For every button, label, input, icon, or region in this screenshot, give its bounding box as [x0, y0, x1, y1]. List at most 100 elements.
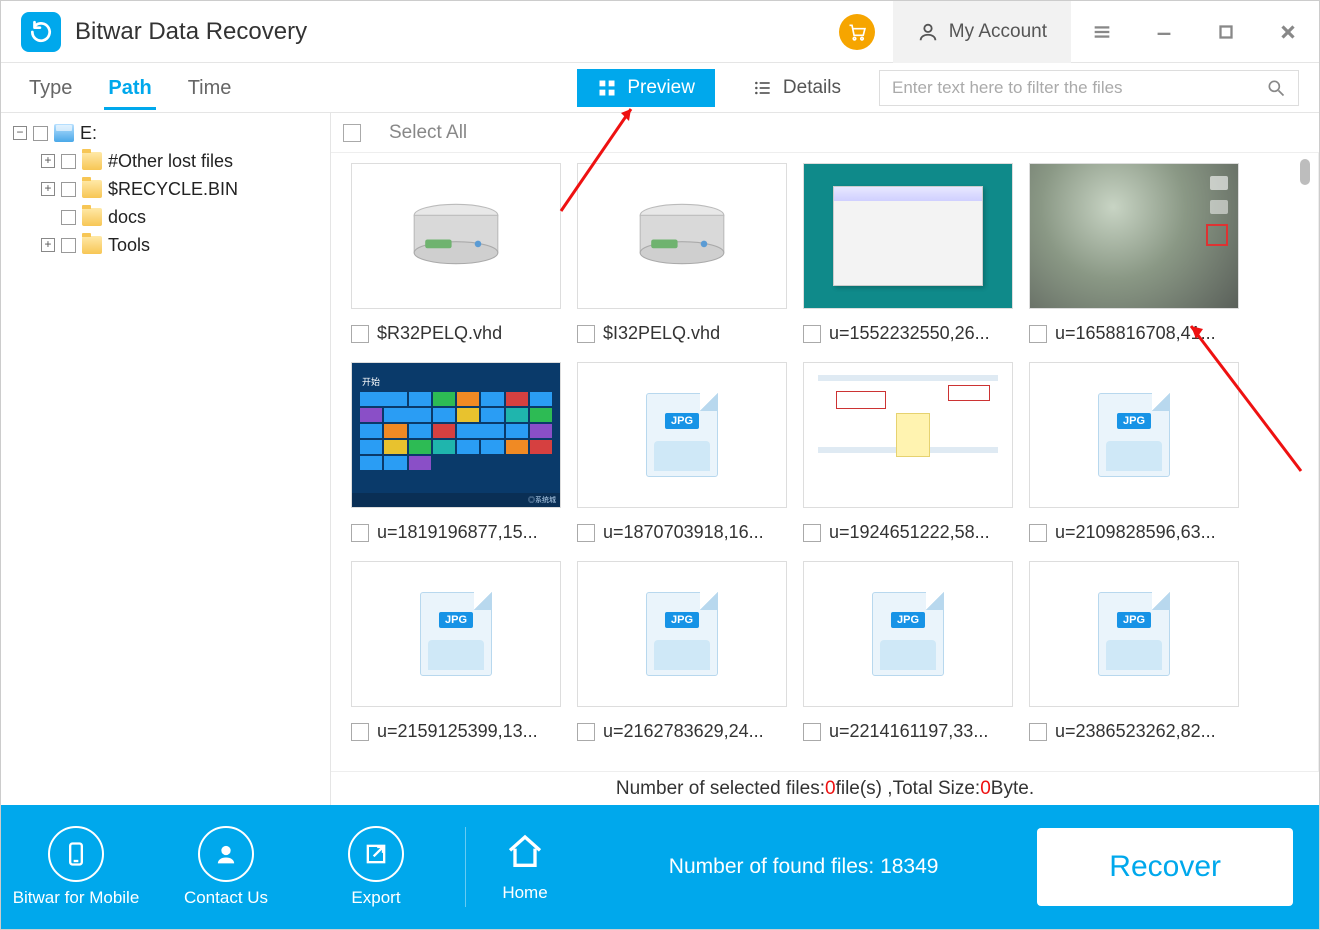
file-checkbox[interactable] — [803, 524, 821, 542]
file-checkbox[interactable] — [1029, 524, 1047, 542]
file-thumbnail[interactable] — [577, 163, 787, 309]
select-all-row: Select All — [331, 113, 1319, 153]
scrollbar-thumb[interactable] — [1300, 159, 1310, 185]
file-item[interactable]: $R32PELQ.vhd — [351, 163, 561, 344]
expand-icon[interactable]: + — [41, 182, 55, 196]
search-box[interactable] — [879, 70, 1299, 106]
file-name: u=2214161197,33... — [829, 721, 988, 742]
tree-item-label: Tools — [108, 235, 150, 256]
file-checkbox[interactable] — [577, 524, 595, 542]
close-button[interactable] — [1257, 1, 1319, 63]
expand-icon[interactable] — [41, 210, 55, 224]
search-input[interactable] — [892, 78, 1266, 98]
tab-type[interactable]: Type — [25, 67, 76, 108]
select-all-checkbox[interactable] — [343, 124, 361, 142]
file-thumbnail[interactable]: JPG — [577, 362, 787, 508]
expand-icon[interactable]: + — [41, 154, 55, 168]
collapse-icon[interactable]: − — [13, 126, 27, 140]
file-checkbox[interactable] — [1029, 325, 1047, 343]
cart-icon — [847, 22, 867, 42]
file-item[interactable]: JPGu=1870703918,16... — [577, 362, 787, 543]
tree-item[interactable]: + Tools — [13, 231, 330, 259]
tree-checkbox[interactable] — [33, 126, 48, 141]
tab-path[interactable]: Path — [104, 67, 155, 108]
file-checkbox[interactable] — [803, 723, 821, 741]
hamburger-icon — [1091, 21, 1113, 43]
menu-button[interactable] — [1071, 1, 1133, 63]
content-area: Select All $R32PELQ.vhd $I32PELQ.vhd u=155… — [331, 113, 1319, 805]
file-item[interactable]: $I32PELQ.vhd — [577, 163, 787, 344]
file-checkbox[interactable] — [1029, 723, 1047, 741]
file-grid: $R32PELQ.vhd $I32PELQ.vhd u=1552232550,26.… — [331, 153, 1318, 752]
file-checkbox[interactable] — [803, 325, 821, 343]
file-item[interactable]: u=1924651222,58... — [803, 362, 1013, 543]
maximize-button[interactable] — [1195, 1, 1257, 63]
file-thumbnail[interactable]: JPG — [803, 561, 1013, 707]
preview-label: Preview — [627, 77, 695, 99]
file-item[interactable]: JPGu=2162783629,24... — [577, 561, 787, 742]
file-name: u=2109828596,63... — [1055, 522, 1216, 543]
expand-icon[interactable]: + — [41, 238, 55, 252]
window-controls — [1071, 1, 1319, 63]
maximize-icon — [1215, 21, 1237, 43]
tree-item[interactable]: + #Other lost files — [13, 147, 330, 175]
tree-checkbox[interactable] — [61, 182, 76, 197]
tree-item[interactable]: docs — [13, 203, 330, 231]
recover-button[interactable]: Recover — [1037, 828, 1293, 906]
tab-time[interactable]: Time — [184, 67, 236, 108]
contact-us-button[interactable]: Contact Us — [151, 826, 301, 908]
file-checkbox[interactable] — [351, 325, 369, 343]
file-item[interactable]: u=1552232550,26... — [803, 163, 1013, 344]
folder-icon — [82, 152, 102, 170]
preview-view-button[interactable]: Preview — [577, 69, 715, 107]
file-item[interactable]: JPG u=2214161197,33... — [803, 561, 1013, 742]
file-checkbox[interactable] — [577, 325, 595, 343]
tree-item-label: #Other lost files — [108, 151, 233, 172]
user-icon — [917, 21, 939, 43]
tree-checkbox[interactable] — [61, 210, 76, 225]
file-thumbnail[interactable] — [1029, 163, 1239, 309]
details-view-button[interactable]: Details — [733, 69, 861, 107]
found-count: 18349 — [880, 855, 938, 878]
bitwar-mobile-button[interactable]: Bitwar for Mobile — [1, 826, 151, 908]
file-name: u=1552232550,26... — [829, 323, 990, 344]
file-item[interactable]: u=1658816708,41... — [1029, 163, 1239, 344]
minimize-button[interactable] — [1133, 1, 1195, 63]
folder-icon — [82, 208, 102, 226]
file-thumbnail[interactable]: JPG — [577, 561, 787, 707]
tree-checkbox[interactable] — [61, 238, 76, 253]
file-thumbnail[interactable] — [351, 163, 561, 309]
file-thumbnail[interactable]: JPG — [1029, 561, 1239, 707]
file-name: u=2159125399,13... — [377, 721, 538, 742]
details-label: Details — [783, 77, 841, 99]
file-name: $R32PELQ.vhd — [377, 323, 502, 344]
my-account-button[interactable]: My Account — [893, 1, 1071, 63]
tree-checkbox[interactable] — [61, 154, 76, 169]
cart-button[interactable] — [839, 14, 875, 50]
export-button[interactable]: Export — [301, 826, 451, 908]
file-item[interactable]: 开始◎系统城u=1819196877,15... — [351, 362, 561, 543]
tree-root[interactable]: − E: — [13, 119, 330, 147]
file-thumbnail[interactable] — [803, 163, 1013, 309]
file-thumbnail[interactable]: JPG — [1029, 362, 1239, 508]
bottom-bar: Bitwar for Mobile Contact Us Export Home… — [1, 805, 1319, 929]
file-thumbnail[interactable]: 开始◎系统城 — [351, 362, 561, 508]
file-checkbox[interactable] — [577, 723, 595, 741]
file-name: u=1924651222,58... — [829, 522, 990, 543]
file-checkbox[interactable] — [351, 723, 369, 741]
tree-item[interactable]: +$RECYCLE.BIN — [13, 175, 330, 203]
file-item[interactable]: JPG u=2159125399,13... — [351, 561, 561, 742]
home-button[interactable]: Home — [480, 832, 570, 903]
file-checkbox[interactable] — [351, 524, 369, 542]
file-name: u=2386523262,82... — [1055, 721, 1216, 742]
file-thumbnail[interactable]: JPG — [351, 561, 561, 707]
close-icon — [1277, 21, 1299, 43]
file-thumbnail[interactable] — [803, 362, 1013, 508]
selected-count: 0 — [825, 778, 836, 800]
list-icon — [753, 78, 773, 98]
file-item[interactable]: JPG u=2109828596,63... — [1029, 362, 1239, 543]
file-item[interactable]: JPG u=2386523262,82... — [1029, 561, 1239, 742]
export-icon — [362, 840, 390, 868]
titlebar: Bitwar Data Recovery My Account — [1, 1, 1319, 63]
found-files-status: Number of found files: 18349 — [570, 855, 1037, 879]
